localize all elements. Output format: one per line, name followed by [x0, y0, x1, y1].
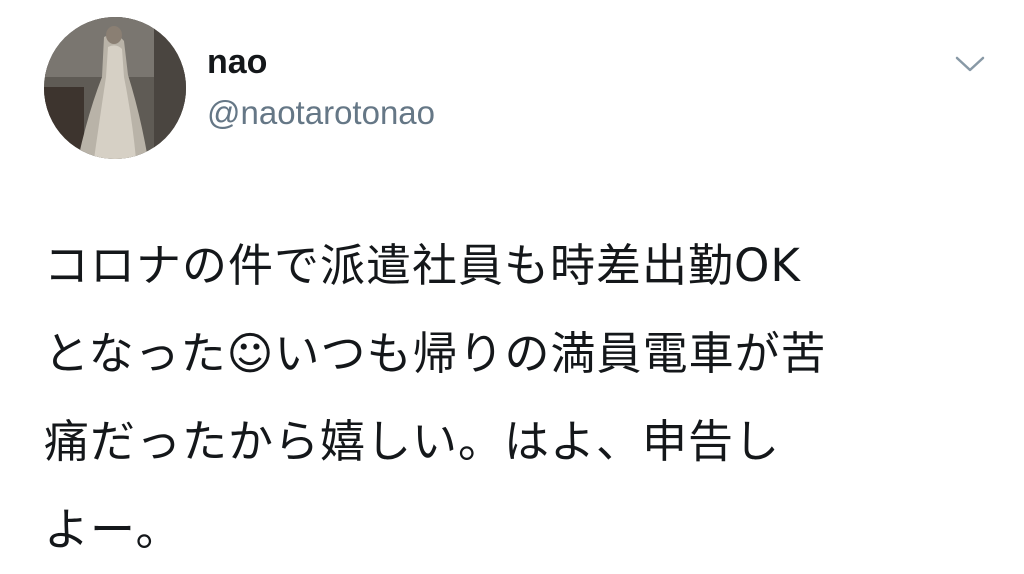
author-handle[interactable]: @naotarotonao [207, 92, 435, 134]
avatar-photo [44, 17, 186, 159]
tweet-text-line: よー。 [44, 503, 182, 556]
author-display-name[interactable]: nao [207, 40, 267, 84]
tweet-menu-button[interactable] [950, 50, 990, 78]
tweet-text-line: コロナの件で派遣社員も時差出勤OK [44, 239, 801, 292]
tweet-text-line: となった☺いつも帰りの満員電車が苦 [44, 327, 827, 380]
tweet-text-line: 痛だったから嬉しい。はよ、申告し [44, 415, 781, 468]
tweet-text: コロナの件で派遣社員も時差出勤OK となった☺いつも帰りの満員電車が苦 痛だった… [44, 222, 984, 574]
tweet-card: nao @naotarotonao コロナの件で派遣社員も時差出勤OK となった… [0, 0, 1024, 572]
author-avatar[interactable] [44, 17, 186, 159]
chevron-down-icon [955, 56, 985, 72]
